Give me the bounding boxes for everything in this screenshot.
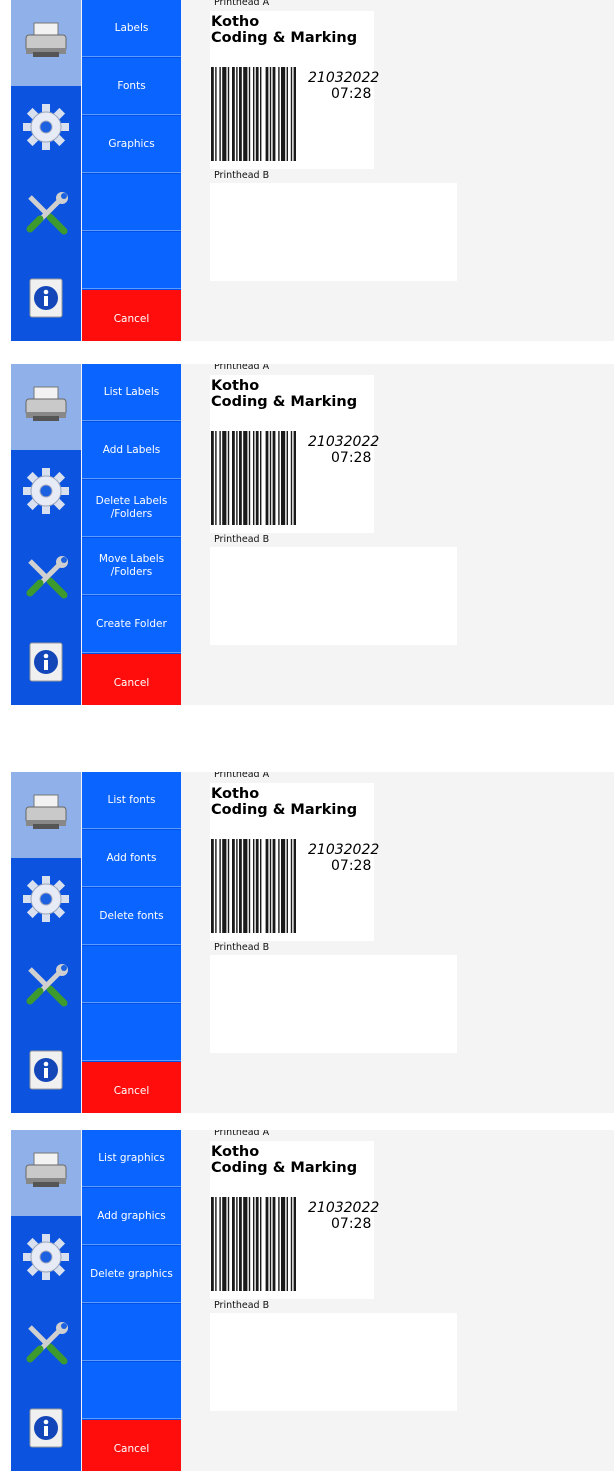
sidebar-tools-button[interactable]: [11, 944, 81, 1030]
print-date: 21032022: [308, 1200, 380, 1216]
menu-button[interactable]: Delete Labels /Folders: [82, 480, 181, 537]
label-preview-b: [210, 1313, 457, 1411]
menu-button[interactable]: Add graphics: [82, 1188, 181, 1245]
tools-icon: [22, 189, 70, 241]
company-name: Kotho Coding & Marking: [211, 786, 358, 818]
sidebar-info-button[interactable]: [11, 258, 81, 341]
label-preview-b: [210, 183, 457, 281]
label-preview-b: [210, 955, 457, 1053]
barcode: [211, 839, 297, 933]
menu-button[interactable]: [82, 232, 181, 289]
sidebar: [11, 772, 81, 1113]
info-icon: [26, 277, 66, 323]
menu-button[interactable]: List fonts: [82, 772, 181, 829]
menu-button[interactable]: [82, 1004, 181, 1061]
print-date: 21032022: [308, 434, 380, 450]
tools-icon: [22, 553, 70, 605]
printhead-a-label: Printhead A: [214, 0, 270, 8]
menu-button[interactable]: Move Labels /Folders: [82, 538, 181, 595]
sidebar-printer-button[interactable]: [11, 1130, 81, 1216]
info-icon: [26, 641, 66, 687]
sidebar: [11, 0, 81, 341]
printer-icon: [23, 793, 69, 837]
barcode: [211, 67, 297, 161]
sidebar-printer-button[interactable]: [11, 364, 81, 450]
sidebar-tools-button[interactable]: [11, 172, 81, 258]
menu-button[interactable]: Fonts: [82, 58, 181, 115]
submenu: List Labels Add Labels Delete Labels /Fold…: [82, 364, 181, 705]
sidebar: [11, 1130, 81, 1471]
printhead-a-label: Printhead A: [214, 1130, 270, 1138]
menu-button[interactable]: [82, 1304, 181, 1361]
sidebar-tools-button[interactable]: [11, 536, 81, 622]
company-name: Kotho Coding & Marking: [211, 378, 358, 410]
sidebar-info-button[interactable]: [11, 1388, 81, 1471]
sidebar-printer-button[interactable]: [11, 772, 81, 858]
printhead-b-label: Printhead B: [214, 170, 270, 181]
printhead-b-label: Printhead B: [214, 942, 270, 953]
gear-icon: [22, 103, 70, 155]
printhead-b-label: Printhead B: [214, 1300, 270, 1311]
cancel-button[interactable]: Cancel: [82, 654, 181, 705]
submenu: List graphics Add graphics Delete graphics…: [82, 1130, 181, 1471]
tools-icon: [22, 961, 70, 1013]
menu-button[interactable]: Delete fonts: [82, 888, 181, 945]
cancel-button[interactable]: Cancel: [82, 1062, 181, 1113]
printhead-a-label: Printhead A: [214, 772, 270, 780]
barcode: [211, 431, 297, 525]
sidebar: [11, 364, 81, 705]
menu-button[interactable]: List graphics: [82, 1130, 181, 1187]
sidebar-gear-button[interactable]: [11, 450, 81, 536]
print-date: 21032022: [308, 70, 380, 86]
info-icon: [26, 1407, 66, 1453]
cancel-button[interactable]: Cancel: [82, 290, 181, 341]
printer-screen-panel: List fonts Add fonts Delete fonts Cancel Pri…: [11, 772, 614, 1113]
printer-icon: [23, 21, 69, 65]
barcode: [211, 1197, 297, 1291]
menu-button[interactable]: Create Folder: [82, 596, 181, 653]
sidebar-gear-button[interactable]: [11, 858, 81, 944]
printer-screen-panel: Labels Fonts Graphics Cancel Printhead A Koth…: [11, 0, 614, 341]
tools-icon: [22, 1319, 70, 1371]
gear-icon: [22, 875, 70, 927]
printer-icon: [23, 385, 69, 429]
company-name: Kotho Coding & Marking: [211, 1144, 358, 1176]
printhead-a-label: Printhead A: [214, 364, 270, 372]
print-date: 21032022: [308, 842, 380, 858]
menu-button[interactable]: [82, 174, 181, 231]
gear-icon: [22, 1233, 70, 1285]
menu-button[interactable]: [82, 946, 181, 1003]
sidebar-gear-button[interactable]: [11, 1216, 81, 1302]
menu-button[interactable]: Add fonts: [82, 830, 181, 887]
cancel-button[interactable]: Cancel: [82, 1420, 181, 1471]
menu-button[interactable]: Add Labels: [82, 422, 181, 479]
menu-button[interactable]: [82, 1362, 181, 1419]
sidebar-info-button[interactable]: [11, 1030, 81, 1113]
print-time: 07:28: [331, 1216, 372, 1232]
info-icon: [26, 1049, 66, 1095]
menu-button[interactable]: Labels: [82, 0, 181, 57]
submenu: Labels Fonts Graphics Cancel: [82, 0, 181, 341]
sidebar-printer-button[interactable]: [11, 0, 81, 86]
menu-button[interactable]: Graphics: [82, 116, 181, 173]
submenu: List fonts Add fonts Delete fonts Cancel: [82, 772, 181, 1113]
sidebar-info-button[interactable]: [11, 622, 81, 705]
printer-screen-panel: List Labels Add Labels Delete Labels /Fold…: [11, 364, 614, 705]
gear-icon: [22, 467, 70, 519]
print-time: 07:28: [331, 450, 372, 466]
menu-button[interactable]: Delete graphics: [82, 1246, 181, 1303]
sidebar-gear-button[interactable]: [11, 86, 81, 172]
printer-screen-panel: List graphics Add graphics Delete graphics…: [11, 1130, 614, 1471]
company-name: Kotho Coding & Marking: [211, 14, 358, 46]
print-time: 07:28: [331, 86, 372, 102]
printhead-b-label: Printhead B: [214, 534, 270, 545]
sidebar-tools-button[interactable]: [11, 1302, 81, 1388]
printer-icon: [23, 1151, 69, 1195]
print-time: 07:28: [331, 858, 372, 874]
menu-button[interactable]: List Labels: [82, 364, 181, 421]
label-preview-b: [210, 547, 457, 645]
